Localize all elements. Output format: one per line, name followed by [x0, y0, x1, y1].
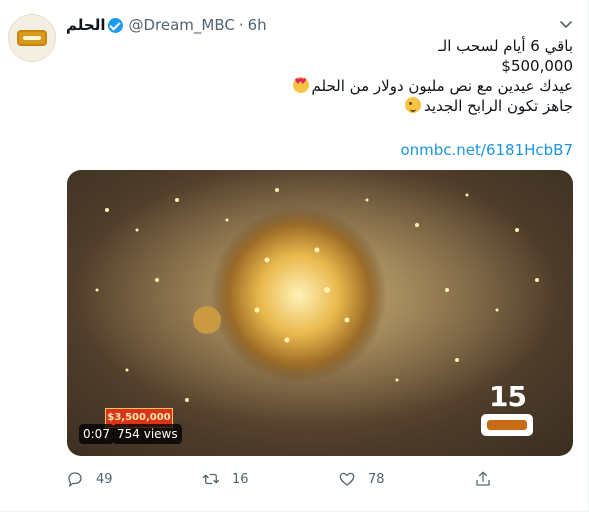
- video-views: 754 views: [113, 424, 182, 444]
- verified-badge-icon: [108, 17, 124, 33]
- video-duration: 0:07: [79, 424, 114, 444]
- display-name[interactable]: الحلم: [66, 16, 105, 34]
- like-count: 78: [368, 471, 385, 487]
- tweet-line-text: عيدك عيدين مع نص مليون دولار من الحلم: [311, 77, 573, 95]
- share-icon: [476, 471, 490, 486]
- like-icon: [339, 472, 355, 486]
- dream-logo-icon: [481, 414, 533, 436]
- chevron-down-icon: [560, 21, 572, 28]
- like-button[interactable]: 78: [338, 468, 385, 490]
- reply-count: 49: [96, 471, 113, 487]
- timestamp[interactable]: 6h: [248, 16, 267, 34]
- tweet-text: باقي 6 أيام لسحب الـ $500,000 عيدك عيدين…: [73, 36, 573, 116]
- tweet-header: الحلم @Dream_MBC · 6h: [66, 14, 267, 36]
- more-options-button[interactable]: [556, 14, 576, 34]
- tweet-line: باقي 6 أيام لسحب الـ: [438, 37, 573, 55]
- season-number: 15: [489, 380, 527, 413]
- avatar[interactable]: [8, 14, 56, 62]
- reply-button[interactable]: 49: [66, 468, 113, 490]
- wink-emoji-icon: [405, 97, 422, 113]
- tweet-link[interactable]: onmbc.net/6181HcbB7: [400, 141, 573, 159]
- share-button[interactable]: [474, 468, 504, 490]
- retweet-icon: [202, 473, 220, 485]
- separator-dot: ·: [238, 16, 244, 34]
- show-logo: 15: [481, 380, 537, 440]
- action-bar: 49 16 78: [66, 468, 516, 490]
- retweet-count: 16: [232, 471, 249, 487]
- tweet-line: $500,000: [501, 57, 573, 75]
- tweet-line: عيدك عيدين مع نص مليون دولار من الحلم: [73, 76, 573, 96]
- dream-logo-icon: [17, 30, 47, 46]
- tweet-line: جاهز تكون الرابح الجديد: [73, 96, 573, 116]
- tweet-card[interactable]: الحلم @Dream_MBC · 6h باقي 6 أيام لسحب ا…: [0, 0, 589, 512]
- retweet-button[interactable]: 16: [202, 468, 249, 490]
- reply-icon: [68, 472, 82, 488]
- tweet-line-text: جاهز تكون الرابح الجديد: [424, 97, 573, 115]
- video-player[interactable]: $3,500,000 15 0:07 754 views: [67, 170, 573, 456]
- handle[interactable]: @Dream_MBC: [128, 16, 234, 34]
- heart-eyes-emoji-icon: [292, 77, 309, 93]
